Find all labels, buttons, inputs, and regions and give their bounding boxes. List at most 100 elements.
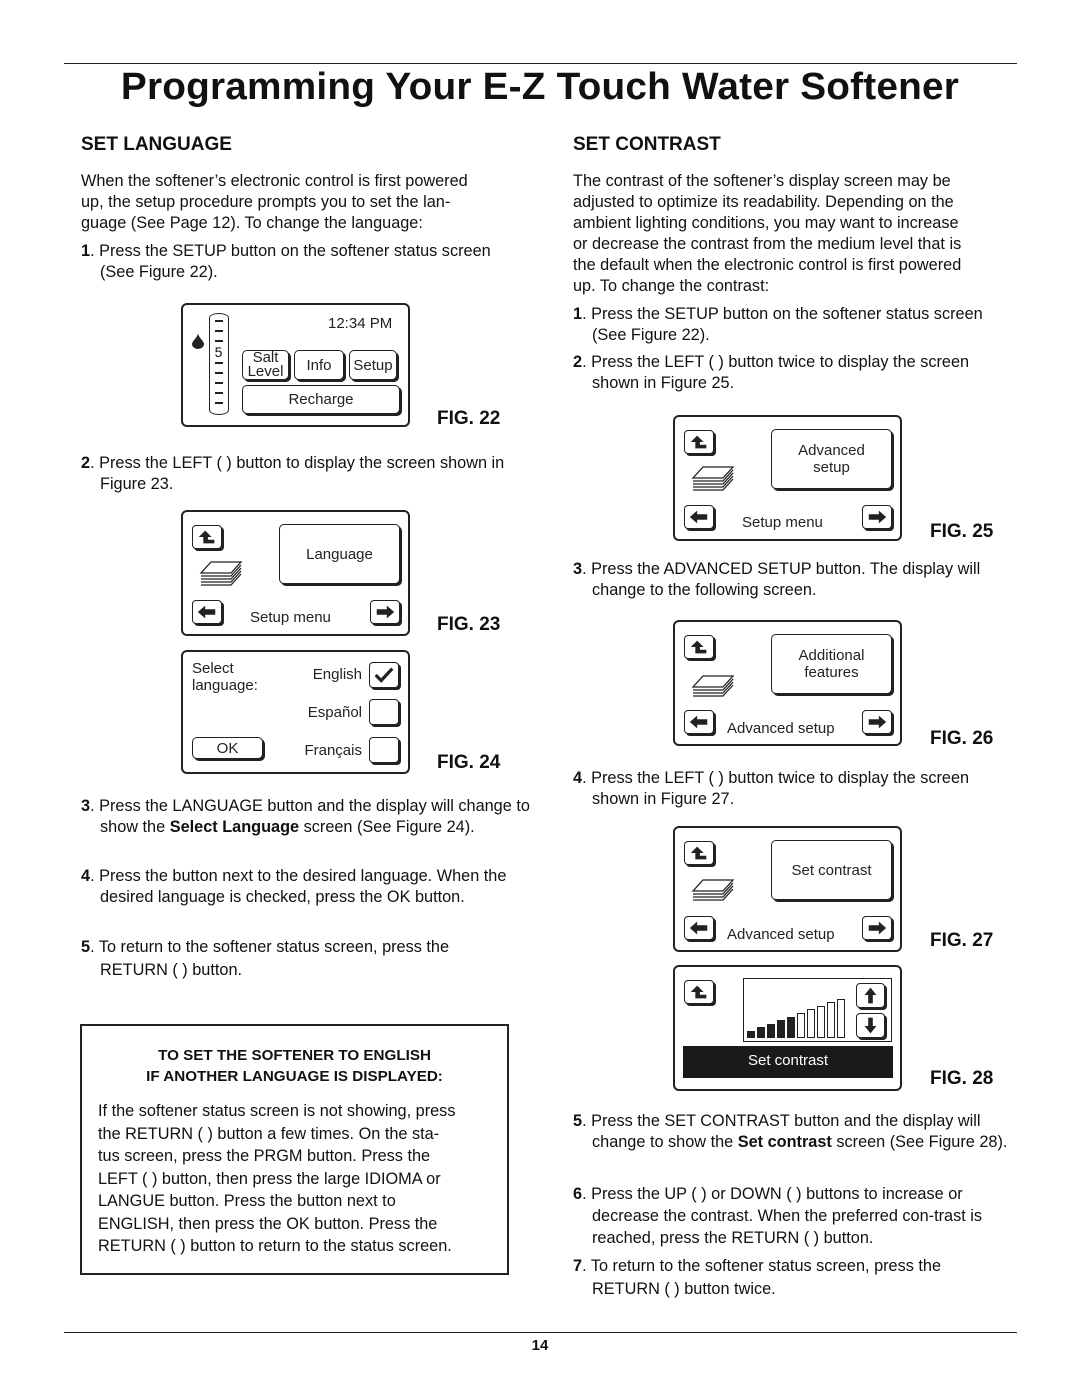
- left-button[interactable]: [684, 916, 714, 940]
- step-text: . To return to the softener status scree…: [90, 938, 450, 979]
- contrast-panel: [743, 978, 892, 1042]
- section-heading-set-language: SET LANGUAGE: [81, 134, 232, 155]
- return-icon: [690, 640, 707, 654]
- language-button[interactable]: Language: [279, 524, 400, 584]
- return-icon: [198, 530, 215, 544]
- step-number: 5: [81, 938, 91, 956]
- english-reset-note: TO SET THE SOFTENER TO ENGLISH IF ANOTHE…: [80, 1024, 509, 1275]
- note-line: RETURN ( ) button to return to the statu…: [98, 1237, 452, 1255]
- right-button[interactable]: [862, 505, 892, 529]
- contrast-bar: [757, 1027, 765, 1038]
- language-step-2: 2. Press the LEFT ( ) button to display …: [81, 453, 510, 495]
- fig25-setup-menu-screen: Advanced setup Setup menu: [673, 415, 902, 541]
- fig22-label: FIG. 22: [437, 408, 501, 429]
- advanced-setup-button[interactable]: Advanced setup: [771, 429, 892, 489]
- intro-line: When the softener’s electronic control i…: [81, 172, 468, 190]
- contrast-step-2: 2. Press the LEFT ( ) button twice to di…: [573, 352, 1002, 394]
- right-arrow-icon: [868, 510, 887, 524]
- step-number: 4: [573, 769, 583, 787]
- right-arrow-icon: [376, 605, 395, 619]
- up-arrow-icon: [864, 987, 877, 1004]
- step-number: 3: [81, 797, 91, 815]
- english-checkbox[interactable]: [369, 662, 399, 688]
- contrast-bar: [747, 1031, 755, 1038]
- set-contrast-button[interactable]: Set contrast: [771, 840, 892, 900]
- note-line: LANGUE button. Press the button next to: [98, 1192, 396, 1210]
- step-text: screen (See Figure 28).: [831, 1133, 1008, 1151]
- fig26-advanced-setup-screen: Additional features Advanced setup: [673, 620, 902, 746]
- water-drop-icon: [192, 333, 204, 349]
- set-contrast-intro: The contrast of the softener’s display s…: [573, 171, 1013, 297]
- contrast-step-6: 6. Press the UP ( ) or DOWN ( ) buttons …: [573, 1183, 1022, 1249]
- espanol-checkbox[interactable]: [369, 699, 399, 725]
- contrast-step-7: 7. To return to the softener status scre…: [573, 1255, 1002, 1301]
- contrast-bar: [837, 998, 845, 1038]
- fig25-label: FIG. 25: [930, 521, 994, 542]
- down-arrow-icon: [864, 1017, 877, 1034]
- right-button[interactable]: [370, 600, 400, 624]
- return-button[interactable]: [684, 430, 714, 454]
- setup-button[interactable]: Setup: [349, 350, 397, 380]
- ok-button[interactable]: OK: [192, 737, 263, 759]
- step-text: . To return to the softener status scree…: [582, 1257, 942, 1298]
- step-text: . Press the SETUP button on the softener…: [90, 242, 491, 281]
- salt-level-gauge: 5: [209, 313, 229, 415]
- right-button[interactable]: [862, 710, 892, 734]
- step-text: . Press the LEFT ( ) button twice to dis…: [582, 769, 970, 808]
- note-line: the RETURN ( ) button a few times. On th…: [98, 1124, 440, 1143]
- step-number: 3: [573, 560, 583, 578]
- contrast-step-1: 1. Press the SETUP button on the softene…: [573, 304, 1002, 346]
- salt-level-value: 5: [214, 344, 223, 360]
- menu-stack-icon: [691, 879, 735, 901]
- note-line: ENGLISH, then press the OK button. Press…: [98, 1214, 438, 1233]
- step-emphasis: Set contrast: [737, 1133, 832, 1151]
- fig23-label: FIG. 23: [437, 614, 501, 635]
- clock-time: 12:34 PM: [328, 315, 393, 332]
- francais-checkbox[interactable]: [369, 737, 399, 763]
- left-arrow-icon: [197, 605, 216, 619]
- note-line: LEFT ( ) button, then press the large ID…: [98, 1169, 441, 1188]
- note-line: If the softener status screen is not sho…: [98, 1102, 456, 1120]
- menu-stack-icon: [691, 675, 735, 697]
- salt-level-button[interactable]: Salt Level: [242, 350, 289, 380]
- return-button[interactable]: [684, 980, 714, 1004]
- additional-features-button[interactable]: Additional features: [771, 634, 892, 694]
- option-espanol-label: Español: [307, 704, 362, 721]
- left-arrow-icon: [689, 510, 708, 524]
- step-number: 1: [573, 305, 583, 323]
- intro-line: up, the setup procedure prompts you to s…: [81, 193, 451, 211]
- language-step-1: 1. Press the SETUP button on the softene…: [81, 241, 510, 283]
- step-number: 1: [81, 242, 91, 260]
- set-language-intro: When the softener’s electronic control i…: [81, 171, 521, 234]
- right-button[interactable]: [862, 916, 892, 940]
- return-button[interactable]: [684, 841, 714, 865]
- prompt-line: language:: [192, 677, 258, 694]
- select-language-prompt: Select language:: [192, 660, 258, 694]
- option-english-label: English: [312, 666, 362, 683]
- page-title: Programming Your E-Z Touch Water Softene…: [120, 66, 960, 108]
- step-text: . Press the ADVANCED SETUP button. The d…: [582, 560, 981, 599]
- down-button[interactable]: [856, 1013, 885, 1038]
- left-button[interactable]: [684, 710, 714, 734]
- left-button[interactable]: [684, 505, 714, 529]
- option-francais-label: Français: [304, 742, 362, 759]
- step-number: 4: [81, 867, 91, 885]
- contrast-level-bars: [747, 998, 847, 1038]
- checkmark-icon: [374, 667, 394, 683]
- contrast-step-5: 5. Press the SET CONTRAST button and the…: [573, 1111, 1022, 1153]
- language-step-4: 4. Press the button next to the desired …: [81, 866, 520, 908]
- left-button[interactable]: [192, 600, 222, 624]
- return-button[interactable]: [684, 635, 714, 659]
- step-text: . Press the LEFT ( ) button to display t…: [90, 454, 505, 493]
- return-icon: [690, 435, 707, 449]
- info-button[interactable]: Info: [294, 350, 344, 380]
- up-button[interactable]: [856, 983, 885, 1008]
- contrast-step-4: 4. Press the LEFT ( ) button twice to di…: [573, 768, 1002, 810]
- contrast-bar: [767, 1023, 775, 1038]
- return-icon: [690, 985, 707, 999]
- return-button[interactable]: [192, 525, 222, 549]
- right-arrow-icon: [868, 715, 887, 729]
- contrast-bar: [777, 1020, 785, 1038]
- step-number: 5: [573, 1112, 583, 1130]
- recharge-button[interactable]: Recharge: [242, 385, 400, 414]
